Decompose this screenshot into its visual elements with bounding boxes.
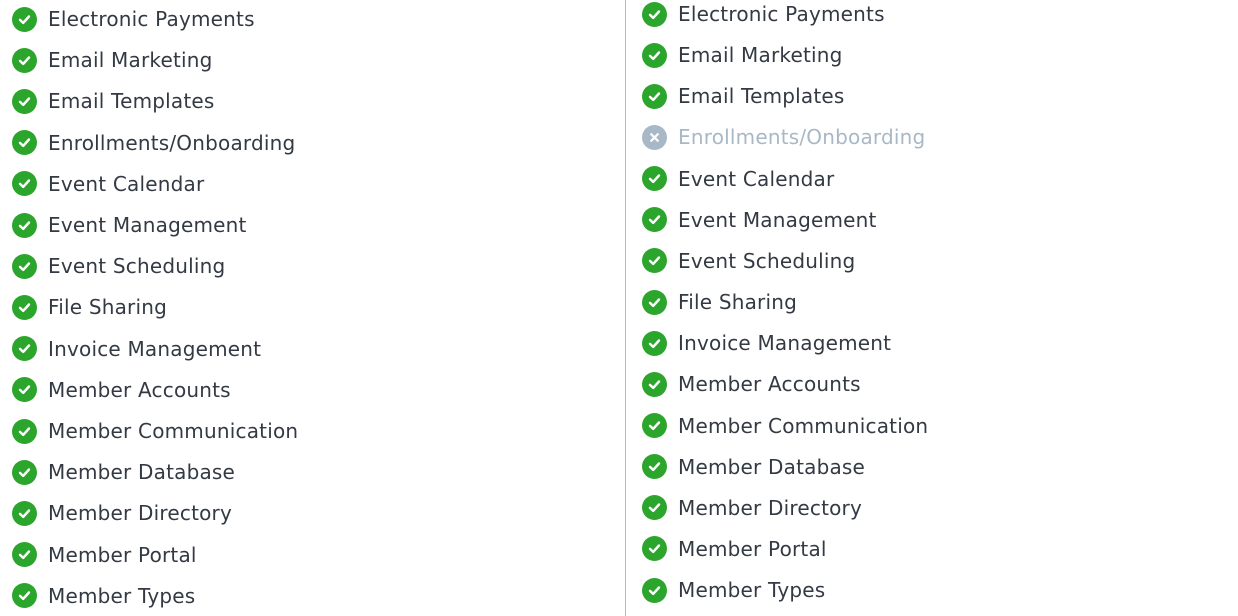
feature-label: Member Directory: [48, 501, 233, 526]
feature-label: Member Types: [678, 578, 826, 603]
check-circle-icon: [12, 336, 37, 362]
check-circle-icon: [642, 454, 667, 480]
feature-label: Member Accounts: [678, 372, 861, 397]
feature-label: Member Types: [48, 583, 196, 608]
check-circle-icon: [642, 577, 667, 603]
check-circle-icon: [642, 42, 667, 68]
feature-item: File Sharing: [12, 293, 167, 321]
feature-item: Enrollments/Onboarding: [12, 129, 295, 157]
feature-item: File Sharing: [642, 288, 797, 316]
feature-item: Invoice Management: [12, 335, 261, 363]
feature-item: Email Marketing: [12, 46, 213, 74]
feature-label: Electronic Payments: [48, 7, 255, 31]
feature-item: Event Calendar: [12, 170, 204, 198]
feature-label: Event Calendar: [48, 171, 205, 196]
check-circle-icon: [12, 294, 37, 320]
check-circle-icon: [12, 583, 37, 609]
feature-item: Member Communication: [12, 417, 298, 445]
check-circle-icon: [12, 418, 37, 444]
column-divider: [625, 0, 626, 616]
feature-label: Enrollments/Onboarding: [678, 125, 926, 150]
check-circle-icon: [12, 377, 37, 403]
check-circle-icon: [642, 248, 667, 274]
feature-label: Event Management: [48, 213, 247, 237]
feature-item: Member Database: [12, 458, 235, 486]
x-circle-icon: [642, 124, 667, 150]
feature-item: Member Communication: [642, 412, 928, 440]
feature-label: Member Portal: [678, 536, 827, 561]
feature-label: Email Templates: [48, 89, 215, 114]
check-circle-icon: [642, 371, 667, 397]
feature-label: Enrollments/Onboarding: [48, 130, 296, 155]
feature-item: Event Scheduling: [642, 247, 855, 275]
check-circle-icon: [12, 130, 37, 156]
feature-item: Member Portal: [12, 541, 197, 569]
check-circle-icon: [642, 289, 667, 315]
feature-item: Email Templates: [12, 87, 215, 115]
feature-item: Event Scheduling: [12, 252, 225, 280]
feature-label: Email Marketing: [48, 48, 213, 73]
feature-label: Invoice Management: [678, 331, 892, 356]
feature-item: Email Templates: [642, 82, 845, 110]
feature-label: Event Scheduling: [48, 254, 226, 279]
feature-label: Member Communication: [678, 413, 929, 438]
feature-label: Member Database: [48, 460, 236, 485]
check-circle-icon: [12, 253, 37, 279]
check-circle-icon: [12, 500, 37, 526]
feature-label: Email Templates: [678, 84, 845, 109]
feature-item: Event Management: [12, 211, 247, 239]
feature-label: Member Accounts: [48, 377, 231, 402]
feature-item: Member Accounts: [12, 376, 231, 404]
feature-label: Email Marketing: [678, 43, 843, 68]
feature-label: Member Directory: [678, 495, 863, 520]
feature-item: Enrollments/Onboarding: [642, 123, 925, 151]
feature-item: Event Calendar: [642, 165, 834, 193]
feature-item: Member Accounts: [642, 370, 861, 398]
check-circle-icon: [12, 47, 37, 73]
feature-label: Electronic Payments: [678, 2, 885, 26]
check-circle-icon: [12, 459, 37, 485]
feature-label: Invoice Management: [48, 336, 262, 361]
feature-label: Member Communication: [48, 419, 299, 443]
feature-item: Member Directory: [12, 499, 232, 527]
feature-item: Member Portal: [642, 535, 827, 563]
check-circle-icon: [642, 330, 667, 356]
check-circle-icon: [12, 6, 37, 32]
feature-item: Event Management: [642, 206, 877, 234]
feature-label: Member Database: [678, 454, 866, 479]
feature-label: Event Scheduling: [678, 248, 856, 273]
check-circle-icon: [642, 413, 667, 438]
feature-label: File Sharing: [48, 295, 168, 320]
feature-label: Event Management: [678, 207, 877, 232]
feature-label: File Sharing: [678, 290, 798, 315]
check-circle-icon: [12, 171, 37, 197]
check-circle-icon: [12, 212, 37, 238]
feature-item: Electronic Payments: [12, 5, 255, 33]
feature-item: Member Directory: [642, 494, 862, 522]
feature-item: Electronic Payments: [642, 0, 885, 28]
check-circle-icon: [642, 536, 667, 562]
check-circle-icon: [642, 207, 667, 233]
feature-label: Event Calendar: [678, 166, 835, 191]
check-circle-icon: [642, 166, 667, 192]
check-circle-icon: [642, 83, 667, 109]
feature-item: Invoice Management: [642, 329, 891, 357]
check-circle-icon: [642, 495, 667, 521]
feature-item: Member Types: [642, 576, 825, 604]
feature-item: Member Types: [12, 582, 195, 610]
feature-label: Member Portal: [48, 542, 197, 567]
check-circle-icon: [12, 542, 37, 568]
check-circle-icon: [12, 88, 37, 114]
check-circle-icon: [642, 1, 667, 27]
feature-item: Email Marketing: [642, 41, 843, 69]
feature-item: Member Database: [642, 453, 865, 481]
